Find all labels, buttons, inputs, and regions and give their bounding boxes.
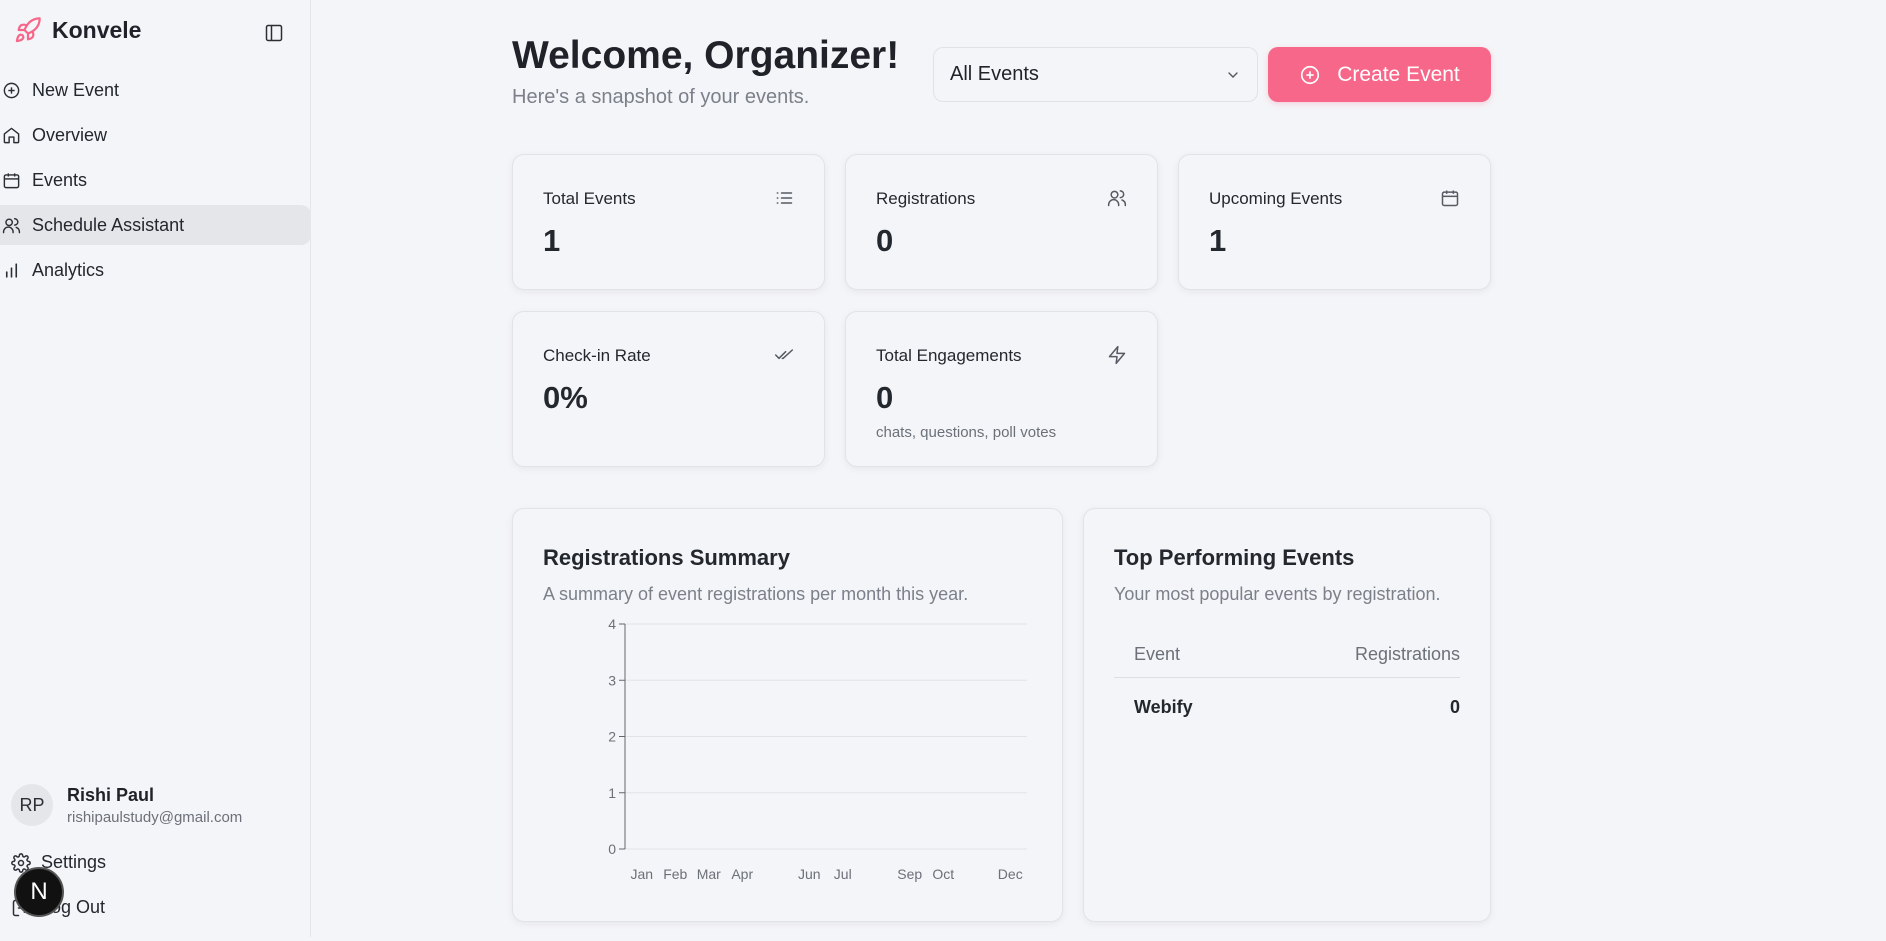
y-tick-label: 0: [608, 841, 616, 857]
y-tick-label: 2: [608, 729, 616, 745]
x-tick-label: Apr: [731, 866, 753, 882]
event-filter-value: All Events: [950, 63, 1039, 85]
sidebar-item-overview[interactable]: Overview: [0, 115, 311, 155]
sidebar-item-label: Events: [32, 169, 88, 190]
page-title: Welcome, Organizer!: [512, 34, 900, 77]
top-events-card: Top Performing Events Your most popular …: [1083, 508, 1491, 922]
create-event-button[interactable]: Create Event: [1268, 47, 1491, 102]
plus-circle-icon: [3, 82, 20, 98]
stat-value: 0%: [543, 380, 588, 415]
sidebar-item-label: Schedule Assistant: [32, 214, 185, 235]
stat-label: Total Engagements: [876, 346, 1022, 365]
sidebar-item-events[interactable]: Events: [0, 160, 311, 200]
stat-card-check-in-rate: Check-in Rate 0%: [512, 311, 825, 467]
stat-label: Upcoming Events: [1209, 189, 1343, 208]
stat-card-upcoming-events: Upcoming Events 1: [1178, 154, 1491, 290]
x-tick-label: Sep: [897, 866, 922, 882]
rocket-icon: [15, 17, 41, 43]
x-tick-label: Jan: [630, 866, 653, 882]
table-row[interactable]: Webify 0: [1114, 679, 1460, 729]
column-header-event: Event: [1134, 644, 1181, 664]
dev-tools-badge[interactable]: N: [14, 867, 64, 917]
users-icon: [1107, 190, 1127, 207]
sidebar-toggle-icon: [265, 24, 283, 42]
y-tick-label: 4: [608, 616, 616, 632]
stat-card-total-engagements: Total Engagements 0 chats, questions, po…: [845, 311, 1158, 467]
lightning-icon: [1108, 345, 1126, 365]
event-name-cell: Webify: [1134, 697, 1193, 717]
brand[interactable]: Konvele: [14, 16, 141, 44]
sidebar: Konvele New Event Overview Events Schedu…: [0, 0, 311, 937]
home-icon: [3, 127, 20, 143]
registrations-summary-card: Registrations Summary A summary of event…: [512, 508, 1063, 922]
stat-value: 0: [876, 380, 894, 415]
sidebar-item-schedule-assistant[interactable]: Schedule Assistant: [0, 205, 311, 245]
panel-title: Top Performing Events: [1114, 545, 1355, 570]
sidebar-item-label: New Event: [32, 79, 120, 100]
stat-label: Total Events: [543, 189, 636, 208]
sidebar-item-analytics[interactable]: Analytics: [0, 250, 311, 290]
stat-card-total-events: Total Events 1: [512, 154, 825, 290]
bar-chart-icon: [5, 262, 18, 278]
x-tick-label: Mar: [697, 866, 721, 882]
page-subtitle: Here's a snapshot of your events.: [512, 86, 810, 108]
y-tick-label: 1: [608, 785, 616, 801]
stat-label: Check-in Rate: [543, 346, 651, 365]
y-tick-label: 3: [608, 672, 616, 688]
sidebar-item-label: Overview: [32, 124, 108, 145]
list-icon: [776, 192, 793, 204]
x-tick-label: Jul: [834, 866, 852, 882]
calendar-icon: [3, 172, 20, 188]
sidebar-toggle-button[interactable]: [262, 21, 286, 45]
stat-value: 1: [1209, 223, 1227, 258]
registrations-cell: 0: [1449, 697, 1460, 717]
sidebar-nav: New Event Overview Events Schedule Assis…: [0, 70, 311, 295]
calendar-icon: [1441, 190, 1459, 207]
double-check-icon: [774, 349, 794, 360]
brand-name: Konvele: [52, 16, 142, 43]
column-header-registrations: Registrations: [1354, 644, 1460, 664]
stat-value: 0: [876, 223, 894, 258]
stat-label: Registrations: [876, 189, 976, 208]
x-tick-label: Dec: [998, 866, 1023, 882]
user-info: Rishi Paul rishipaulstudy@gmail.com: [67, 785, 242, 826]
event-filter-select[interactable]: All Events: [933, 47, 1258, 102]
registrations-chart: 0 1 2 3 4 Jan Feb Mar Apr Jun Jul Sep Oct Dec: [608, 616, 1027, 882]
stat-sublabel: chats, questions, poll votes: [876, 424, 1057, 441]
x-tick-label: Oct: [932, 866, 954, 882]
stat-card-registrations: Registrations 0: [845, 154, 1158, 290]
sidebar-item-label: Analytics: [32, 259, 105, 280]
user-name: Rishi Paul: [67, 784, 155, 805]
table-header: Event Registrations: [1114, 634, 1460, 678]
x-tick-label: Feb: [663, 866, 687, 882]
x-tick-label: Jun: [798, 866, 821, 882]
avatar: RP: [11, 784, 53, 826]
user-profile[interactable]: RP Rishi Paul rishipaulstudy@gmail.com: [11, 784, 242, 826]
user-email: rishipaulstudy@gmail.com: [67, 808, 243, 826]
panel-subtitle: Your most popular events by registration…: [1114, 584, 1441, 604]
create-event-label: Create Event: [1337, 62, 1460, 86]
plus-circle-icon: [1301, 65, 1320, 84]
stat-value: 1: [543, 223, 561, 258]
chevron-down-icon: [1228, 71, 1238, 78]
users-icon: [2, 217, 21, 233]
sidebar-item-new-event[interactable]: New Event: [0, 70, 311, 110]
